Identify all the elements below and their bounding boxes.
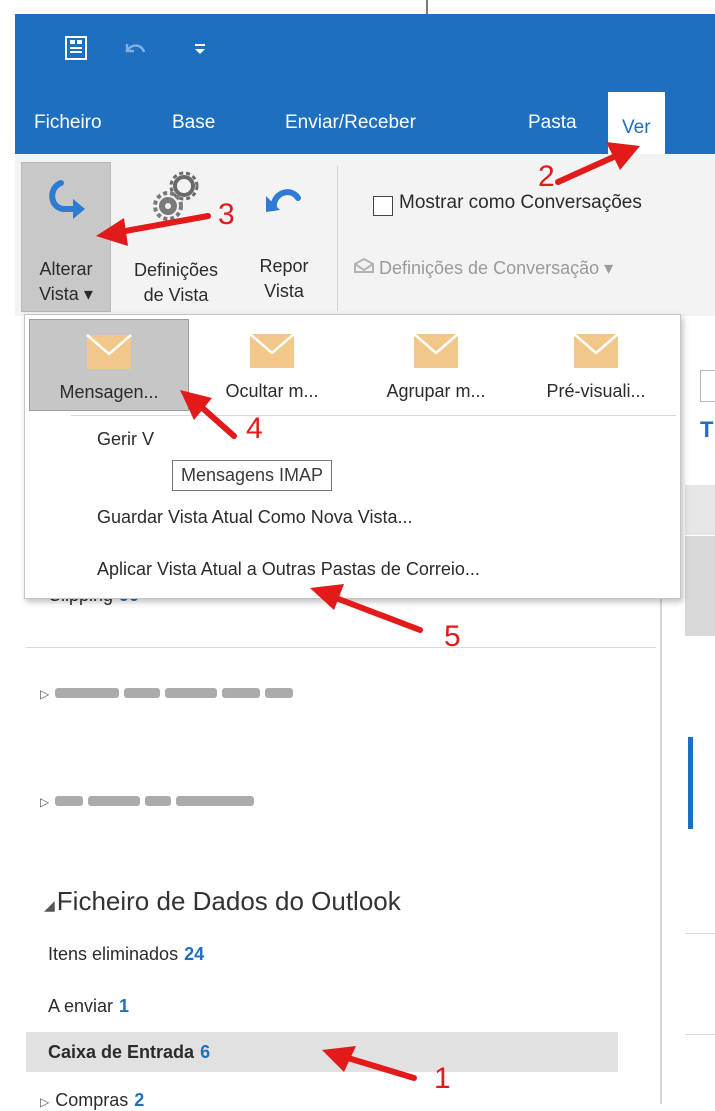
search-box[interactable] bbox=[700, 370, 715, 402]
window-mark bbox=[426, 0, 428, 14]
view-option-ocultar-mensagens[interactable]: Ocultar m... bbox=[193, 319, 351, 409]
unread-count: 2 bbox=[134, 1090, 145, 1110]
folder-account-2[interactable]: ▷ bbox=[40, 790, 255, 811]
envelope-icon bbox=[249, 333, 295, 368]
unread-count: 6 bbox=[200, 1042, 211, 1062]
datafile-label: Ficheiro de Dados do Outlook bbox=[56, 886, 401, 916]
window-top-strip bbox=[0, 0, 715, 14]
folder-section-separator bbox=[26, 647, 656, 648]
save-icon[interactable] bbox=[65, 36, 87, 60]
definicoes-vista-label-2: de Vista bbox=[143, 285, 209, 305]
annotation-number-1: 1 bbox=[434, 1062, 451, 1095]
expand-icon[interactable]: ▷ bbox=[40, 687, 49, 701]
repor-vista-button[interactable]: Repor Vista bbox=[243, 162, 325, 310]
alterar-vista-label-1: Alterar bbox=[39, 259, 93, 279]
view-option-agrupar-mensagens[interactable]: Agrupar m... bbox=[357, 319, 515, 409]
folder-itens-eliminados[interactable]: Itens eliminados 24 bbox=[48, 944, 204, 965]
folder-a-enviar[interactable]: A enviar 1 bbox=[48, 996, 129, 1017]
annotation-number-3: 3 bbox=[218, 198, 235, 231]
definicoes-vista-button[interactable]: Definições de Vista bbox=[113, 162, 239, 310]
folder-label: Itens eliminados bbox=[48, 944, 179, 964]
ribbon: Alterar Vista ▾ Definições de Vista Repo… bbox=[15, 154, 715, 317]
quick-access-toolbar bbox=[15, 14, 715, 90]
view-option-label: Mensagen... bbox=[59, 382, 159, 402]
change-view-icon bbox=[49, 180, 85, 219]
definicoes-vista-label-1: Definições bbox=[133, 260, 219, 280]
tab-ficheiro[interactable]: Ficheiro bbox=[34, 112, 102, 134]
message-list-row[interactable] bbox=[685, 536, 715, 636]
view-option-pre-visualizar[interactable]: Pré-visuali... bbox=[517, 319, 675, 409]
divider bbox=[685, 933, 715, 934]
message-list-row[interactable] bbox=[685, 485, 715, 535]
reset-view-icon bbox=[266, 189, 301, 212]
undo-icon[interactable] bbox=[123, 38, 147, 60]
unread-count: 1 bbox=[119, 996, 130, 1016]
menu-separator bbox=[71, 415, 676, 416]
definicoes-conversacao-button[interactable]: Definições de Conversação ▾ bbox=[353, 257, 614, 279]
tab-enviar-receber[interactable]: Enviar/Receber bbox=[285, 112, 416, 134]
envelope-icon bbox=[413, 333, 459, 368]
alterar-vista-label-2: Vista ▾ bbox=[39, 284, 93, 304]
mostrar-conversacoes-label[interactable]: Mostrar como Conversações bbox=[399, 192, 642, 214]
expand-icon[interactable]: ▷ bbox=[40, 1095, 49, 1109]
annotation-number-4: 4 bbox=[246, 412, 263, 445]
tab-base[interactable]: Base bbox=[172, 112, 215, 134]
gear-icon bbox=[153, 171, 199, 221]
menu-guardar-vista[interactable]: Guardar Vista Atual Como Nova Vista... bbox=[97, 507, 413, 528]
folder-label: A enviar bbox=[48, 996, 114, 1016]
envelope-icon bbox=[573, 333, 619, 368]
view-option-label: Pré-visuali... bbox=[546, 381, 646, 401]
divider bbox=[685, 1034, 715, 1035]
repor-vista-label-1: Repor bbox=[259, 256, 309, 276]
unread-count: 24 bbox=[184, 944, 205, 964]
repor-vista-label-2: Vista bbox=[264, 281, 304, 301]
view-option-label: Ocultar m... bbox=[225, 381, 319, 401]
tab-ver[interactable]: Ver bbox=[608, 92, 665, 154]
definicoes-conversacao-label: Definições de Conversação ▾ bbox=[379, 258, 614, 278]
ribbon-separator bbox=[337, 166, 338, 311]
customize-toolbar-icon[interactable] bbox=[193, 40, 207, 56]
tab-pasta[interactable]: Pasta bbox=[528, 112, 577, 134]
outlook-data-file-header[interactable]: ◢Ficheiro de Dados do Outlook bbox=[44, 886, 401, 917]
envelope-icon bbox=[86, 334, 132, 369]
folder-label: Caixa de Entrada bbox=[48, 1042, 195, 1062]
folder-compras[interactable]: ▷ Compras 2 bbox=[40, 1090, 144, 1111]
annotation-number-2: 2 bbox=[538, 160, 555, 193]
alterar-vista-button[interactable]: Alterar Vista ▾ bbox=[21, 162, 111, 312]
selected-message-indicator bbox=[688, 737, 693, 829]
menu-gerir-vistas[interactable]: Gerir V bbox=[97, 429, 154, 450]
message-list-header: T bbox=[700, 417, 714, 442]
folder-label: Compras bbox=[55, 1090, 129, 1110]
conversation-settings-icon bbox=[354, 257, 374, 273]
tooltip: Mensagens IMAP bbox=[172, 460, 333, 491]
view-option-mensagens-imap[interactable]: Mensagen... bbox=[29, 319, 189, 411]
expand-icon[interactable]: ▷ bbox=[40, 795, 49, 809]
folder-account-1[interactable]: ▷ bbox=[40, 682, 294, 703]
ribbon-tab-bar: Ficheiro Base Enviar/Receber Pasta Ver bbox=[15, 90, 715, 154]
change-view-dropdown: Mensagen... Ocultar m... Agrupar m... Pr… bbox=[24, 314, 681, 599]
collapse-icon[interactable]: ◢ bbox=[44, 897, 55, 913]
annotation-number-5: 5 bbox=[444, 620, 461, 653]
menu-aplicar-vista[interactable]: Aplicar Vista Atual a Outras Pastas de C… bbox=[97, 559, 480, 580]
folder-caixa-de-entrada[interactable]: Caixa de Entrada 6 bbox=[48, 1042, 210, 1063]
view-option-label: Agrupar m... bbox=[386, 381, 486, 401]
mostrar-conversacoes-checkbox[interactable] bbox=[373, 196, 393, 216]
